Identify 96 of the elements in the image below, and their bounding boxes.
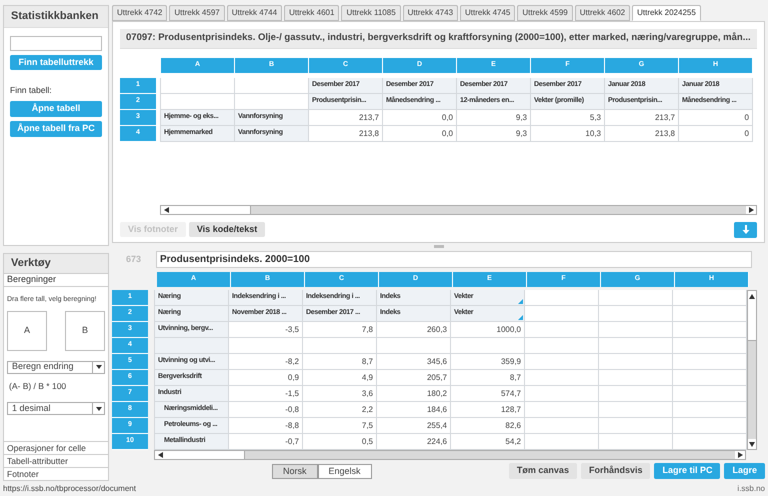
tab[interactable]: Uttrekk 4597 bbox=[169, 5, 225, 21]
up-arrow-icon bbox=[749, 294, 755, 298]
action-button[interactable]: Lagre til PC bbox=[654, 463, 720, 479]
table-cell: 8,7 bbox=[303, 354, 377, 370]
table-cell: 224,6 bbox=[377, 434, 451, 450]
action-button[interactable]: Lagre bbox=[724, 463, 765, 479]
search-field[interactable] bbox=[10, 36, 102, 51]
table-cell: 4,9 bbox=[303, 370, 377, 386]
scroll-thumb[interactable] bbox=[171, 206, 251, 214]
table-cell: 54,2 bbox=[451, 434, 525, 450]
open-button[interactable]: Åpne tabell bbox=[10, 100, 102, 117]
table-cell: 359,9 bbox=[451, 354, 525, 370]
down-arrow-icon bbox=[749, 442, 755, 446]
table-cell: 5,3 bbox=[531, 110, 605, 126]
drop-box[interactable]: A bbox=[7, 310, 47, 350]
language-toggle[interactable]: Engelsk bbox=[318, 464, 372, 478]
table-cell: 82,6 bbox=[451, 418, 525, 434]
table-cell: 3,6 bbox=[303, 386, 377, 402]
accordion-header[interactable]: Operasjoner for celle bbox=[4, 441, 108, 454]
tab[interactable]: Uttrekk 4745 bbox=[460, 5, 516, 21]
table-cell: 0,5 bbox=[303, 434, 377, 450]
table-cell: 180,2 bbox=[377, 386, 451, 402]
table-cell: -0,8 bbox=[229, 402, 303, 418]
table-cell: -3,5 bbox=[229, 322, 303, 338]
table-cell: 10,3 bbox=[531, 126, 605, 142]
corner-mark-icon bbox=[518, 299, 523, 304]
tab[interactable]: Uttrekk 4743 bbox=[402, 5, 458, 21]
operation-dropdown[interactable]: Beregn endring bbox=[7, 360, 105, 374]
scroll-thumb[interactable] bbox=[165, 451, 245, 459]
accordion-header[interactable]: Fotnoter bbox=[4, 467, 108, 480]
table-cell: 260,3 bbox=[377, 322, 451, 338]
find-table-label: Finn tabell: bbox=[10, 84, 53, 97]
table-cell: 9,3 bbox=[457, 126, 531, 142]
table-cell: 205,7 bbox=[377, 370, 451, 386]
tab[interactable]: Uttrekk 11085 bbox=[341, 5, 401, 21]
table-cell: 213,7 bbox=[309, 110, 383, 126]
table-cell: 345,6 bbox=[377, 354, 451, 370]
caret-icon bbox=[96, 365, 102, 369]
left-arrow-icon bbox=[158, 452, 162, 458]
tab[interactable]: Uttrekk 4744 bbox=[226, 5, 282, 21]
toggle-button[interactable]: Vis kode/tekst bbox=[188, 222, 266, 237]
download-button[interactable] bbox=[734, 222, 757, 238]
table-cell: -8,2 bbox=[229, 354, 303, 370]
table-title: 07097: Produsentprisindeks. Olje-/ gassutv., industri, bergverksdrift og kraftforsyning (2000=100), etter marked, næring/varegruppe, mån... bbox=[120, 29, 757, 49]
download-arrow-icon bbox=[742, 225, 750, 234]
table-cell: 213,7 bbox=[605, 110, 679, 126]
table-cell: 0,0 bbox=[383, 126, 457, 142]
action-button[interactable]: Tøm canvas bbox=[508, 463, 577, 479]
caret-icon bbox=[96, 406, 102, 411]
tab[interactable]: Uttrekk 2024255 bbox=[632, 5, 701, 21]
scroll-thumb[interactable] bbox=[748, 301, 756, 341]
table-cell: -1,5 bbox=[229, 386, 303, 402]
tab[interactable]: Uttrekk 4602 bbox=[574, 5, 630, 21]
find-button[interactable]: Finn tabelluttrekk bbox=[10, 55, 102, 70]
action-button[interactable]: Forhåndsvis bbox=[580, 463, 650, 479]
table-cell: 255,4 bbox=[377, 418, 451, 434]
horizontal-scrollbar[interactable] bbox=[160, 205, 757, 215]
right-arrow-icon bbox=[748, 207, 754, 213]
language-toggle[interactable]: Norsk bbox=[272, 464, 318, 478]
open-button[interactable]: Åpne tabell fra PC bbox=[10, 120, 102, 137]
panel-title: Statistikkbanken bbox=[4, 6, 108, 28]
table-cell: 1000,0 bbox=[451, 322, 525, 338]
left-arrow-icon bbox=[164, 207, 168, 213]
tab[interactable]: Uttrekk 4742 bbox=[112, 5, 168, 21]
title-field[interactable]: Produsentprisindeks. 2000=100 bbox=[156, 251, 752, 268]
accordion-header[interactable]: Beregninger bbox=[4, 273, 108, 287]
splitter-handle[interactable] bbox=[434, 244, 444, 248]
table-cell: 574,7 bbox=[451, 386, 525, 402]
status-url: https://i.ssb.no/tbprocessor/document bbox=[3, 483, 136, 495]
table-cell: 0,9 bbox=[229, 370, 303, 386]
tab[interactable]: Uttrekk 4601 bbox=[284, 5, 340, 21]
table-cell: 213,8 bbox=[605, 126, 679, 142]
right-arrow-icon bbox=[738, 452, 742, 458]
table-cell: 2,2 bbox=[303, 402, 377, 418]
table-cell: 128,7 bbox=[451, 402, 525, 418]
formula-text: (A- B) / B * 100 bbox=[9, 380, 68, 392]
table-cell: -0,7 bbox=[229, 434, 303, 450]
table-cell: 7,8 bbox=[303, 322, 377, 338]
corner-mark-icon bbox=[518, 315, 523, 320]
table-cell: 184,6 bbox=[377, 402, 451, 418]
table-cell: 8,7 bbox=[451, 370, 525, 386]
panel-title: Verktøy bbox=[4, 254, 108, 273]
table-cell: -8,8 bbox=[229, 418, 303, 434]
table-cell: 213,8 bbox=[309, 126, 383, 142]
drop-box[interactable]: B bbox=[65, 310, 105, 350]
accordion-header[interactable]: Tabell-attributter bbox=[4, 454, 108, 467]
table-cell: 9,3 bbox=[457, 110, 531, 126]
vertical-scrollbar[interactable] bbox=[747, 290, 757, 450]
table-cell: 0 bbox=[679, 110, 753, 126]
table-cell: 0 bbox=[679, 126, 753, 142]
table-cell: 0,0 bbox=[383, 110, 457, 126]
horizontal-scrollbar[interactable] bbox=[154, 450, 746, 460]
status-host: i.ssb.no bbox=[737, 483, 765, 495]
table-cell: 7,5 bbox=[303, 418, 377, 434]
tab[interactable]: Uttrekk 4599 bbox=[517, 5, 573, 21]
decimals-dropdown[interactable]: 1 desimal bbox=[7, 402, 105, 416]
